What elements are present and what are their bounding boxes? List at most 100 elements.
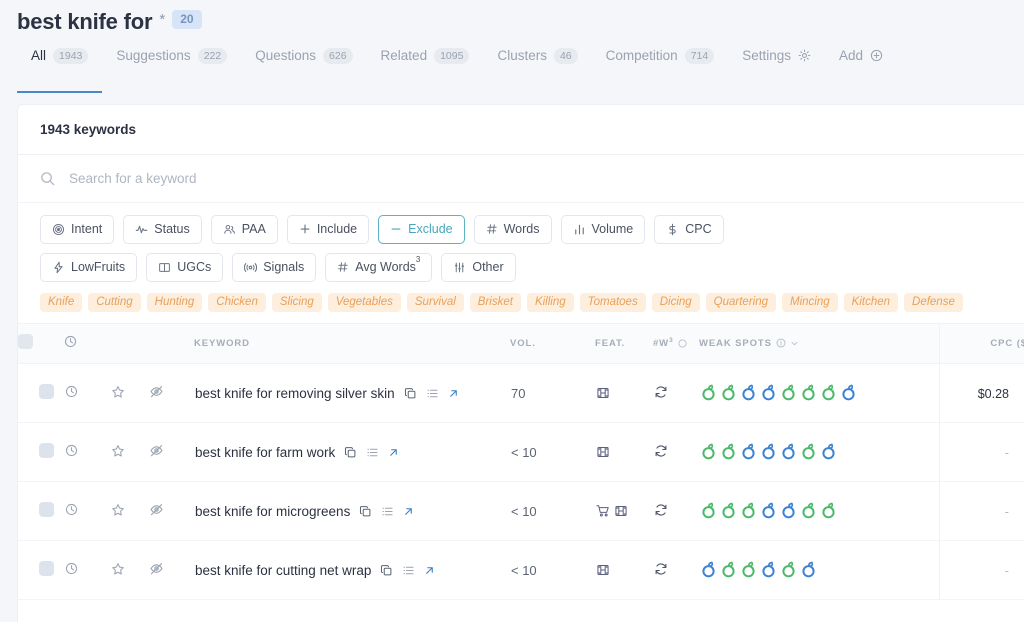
tag-kitchen[interactable]: Kitchen	[843, 293, 899, 312]
row-hide-cell[interactable]	[148, 422, 194, 482]
tag-dicing[interactable]: Dicing	[651, 293, 700, 312]
row-checkbox[interactable]	[39, 443, 54, 458]
row-keyword-cell[interactable]: best knife for farm work	[194, 422, 510, 482]
tag-knife[interactable]: Knife	[40, 293, 83, 312]
row-history-cell[interactable]	[64, 422, 110, 482]
select-all-checkbox[interactable]	[18, 334, 33, 349]
row-select-cell[interactable]	[18, 363, 64, 423]
table-row[interactable]: best knife for cutting net wrap < 10 -	[18, 540, 1024, 600]
filter-chip-ugcs[interactable]: UGCs	[146, 253, 224, 282]
tag-hunting[interactable]: Hunting	[146, 293, 203, 312]
tab-questions[interactable]: Questions 626	[241, 40, 366, 74]
weak-spot-icon[interactable]	[740, 443, 757, 461]
weak-spot-icon[interactable]	[820, 443, 837, 461]
refresh-icon[interactable]	[654, 385, 668, 399]
weak-spot-icon[interactable]	[800, 561, 817, 579]
row-hide-cell[interactable]	[148, 363, 194, 423]
weak-spot-icon[interactable]	[820, 384, 837, 402]
row-checkbox[interactable]	[39, 384, 54, 399]
clock-icon[interactable]	[65, 444, 78, 457]
weak-spot-icon[interactable]	[800, 384, 817, 402]
table-row[interactable]: best knife for removing silver skin 70 $0.…	[18, 363, 1024, 423]
list-icon[interactable]	[366, 446, 379, 459]
tab-add[interactable]: Add	[825, 40, 897, 73]
select-all-header[interactable]	[18, 323, 64, 364]
row-keyword-cell[interactable]: best knife for removing silver skin	[194, 363, 510, 423]
refresh-icon[interactable]	[654, 503, 668, 517]
row-select-cell[interactable]	[18, 422, 64, 482]
row-features-cell[interactable]	[595, 540, 653, 600]
row-history-cell[interactable]	[64, 363, 110, 423]
weak-spots-header[interactable]: WEAK SPOTS	[699, 323, 939, 364]
tag-survival[interactable]: Survival	[406, 293, 464, 312]
external-link-icon[interactable]	[424, 565, 435, 576]
weak-spot-icon[interactable]	[720, 443, 737, 461]
filter-chip-include[interactable]: Include	[286, 215, 370, 244]
info-icon[interactable]	[678, 339, 687, 348]
weak-spot-icon[interactable]	[700, 561, 717, 579]
weak-spot-icon[interactable]	[720, 561, 737, 579]
copy-icon[interactable]	[404, 387, 417, 400]
weak-spot-icon[interactable]	[840, 384, 857, 402]
tag-slicing[interactable]: Slicing	[271, 293, 322, 312]
features-header[interactable]: FEAT.	[595, 323, 653, 364]
external-link-icon[interactable]	[403, 506, 414, 517]
star-icon[interactable]	[111, 385, 125, 399]
weak-spot-icon[interactable]	[740, 384, 757, 402]
weak-spot-icon[interactable]	[760, 502, 777, 520]
row-history-cell[interactable]	[64, 481, 110, 541]
tab-suggestions[interactable]: Suggestions 222	[102, 40, 241, 74]
filter-chip-status[interactable]: Status	[123, 215, 202, 244]
weak-spot-icon[interactable]	[780, 384, 797, 402]
row-features-cell[interactable]	[595, 422, 653, 482]
filter-chip-lowfruits[interactable]: LowFruits	[40, 253, 138, 282]
tag-vegetables[interactable]: Vegetables	[327, 293, 401, 312]
table-row[interactable]: best knife for farm work < 10 -	[18, 422, 1024, 482]
row-checkbox[interactable]	[39, 502, 54, 517]
tag-mincing[interactable]: Mincing	[782, 293, 838, 312]
filter-chip-intent[interactable]: Intent	[40, 215, 115, 244]
filter-chip-exclude[interactable]: Exclude	[378, 215, 465, 244]
refresh-icon[interactable]	[654, 562, 668, 576]
tag-cutting[interactable]: Cutting	[88, 293, 141, 312]
weak-spot-icon[interactable]	[700, 384, 717, 402]
eye-off-icon[interactable]	[149, 384, 164, 399]
row-words-cell[interactable]	[653, 540, 699, 600]
row-favorite-cell[interactable]	[110, 540, 148, 600]
clock-icon[interactable]	[65, 503, 78, 516]
copy-icon[interactable]	[359, 505, 372, 518]
weak-spot-icon[interactable]	[800, 443, 817, 461]
row-hide-cell[interactable]	[148, 540, 194, 600]
row-keyword-cell[interactable]: best knife for microgreens	[194, 481, 510, 541]
volume-header[interactable]: VOL.	[510, 323, 595, 364]
keyword-header[interactable]: KEYWORD	[194, 323, 510, 364]
weak-spot-icon[interactable]	[780, 443, 797, 461]
filter-chip-volume[interactable]: Volume	[560, 215, 646, 244]
row-favorite-cell[interactable]	[110, 363, 148, 423]
table-row[interactable]: best knife for microgreens < 10 -	[18, 481, 1024, 541]
clock-icon[interactable]	[65, 562, 78, 575]
row-favorite-cell[interactable]	[110, 481, 148, 541]
tag-tomatoes[interactable]: Tomatoes	[579, 293, 646, 312]
words-header[interactable]: #W3	[653, 323, 699, 364]
tab-all[interactable]: All 1943	[17, 40, 103, 92]
tag-chicken[interactable]: Chicken	[208, 293, 266, 312]
tab-related[interactable]: Related 1095	[367, 40, 484, 74]
weak-spot-icon[interactable]	[720, 502, 737, 520]
row-features-cell[interactable]	[595, 481, 653, 541]
row-favorite-cell[interactable]	[110, 422, 148, 482]
copy-icon[interactable]	[380, 564, 393, 577]
weak-spot-icon[interactable]	[700, 443, 717, 461]
row-select-cell[interactable]	[18, 540, 64, 600]
row-words-cell[interactable]	[653, 363, 699, 423]
clock-icon[interactable]	[64, 335, 77, 348]
tag-quartering[interactable]: Quartering	[705, 293, 777, 312]
row-features-cell[interactable]	[595, 363, 653, 423]
filter-chip-cpc[interactable]: CPC	[654, 215, 724, 244]
chevron-down-icon[interactable]	[790, 339, 799, 348]
search-input[interactable]	[67, 170, 487, 187]
tab-clusters[interactable]: Clusters 46	[483, 40, 591, 74]
weak-spot-icon[interactable]	[780, 502, 797, 520]
row-history-cell[interactable]	[64, 540, 110, 600]
weak-spot-icon[interactable]	[740, 561, 757, 579]
